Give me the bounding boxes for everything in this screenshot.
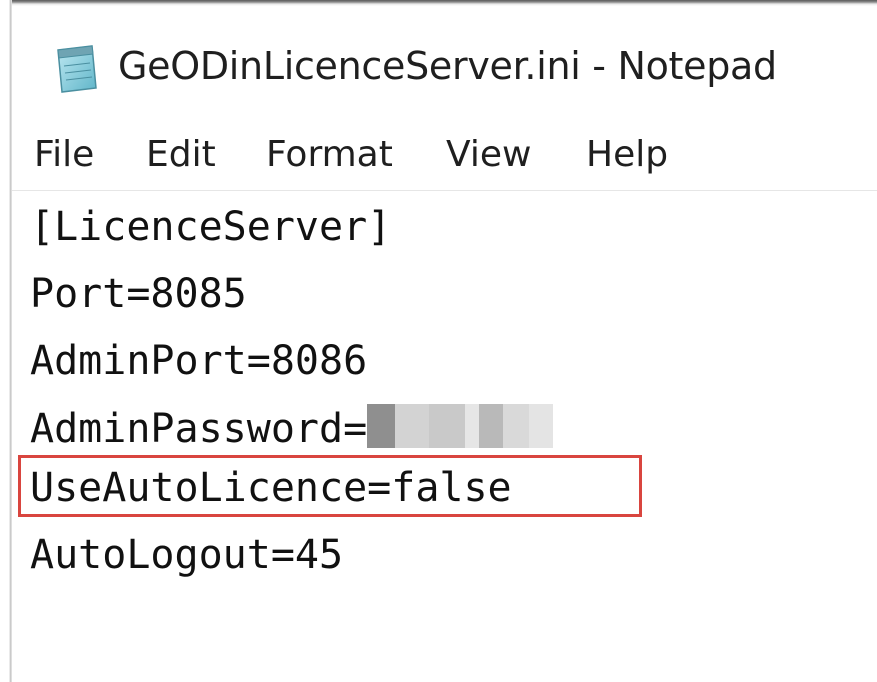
menu-bar: File Edit Format View Help bbox=[12, 118, 877, 190]
text-line: [LicenceServer] bbox=[30, 204, 392, 250]
window-frame-left[interactable] bbox=[0, 0, 12, 682]
window-title: GeODinLicenceServer.ini - Notepad bbox=[118, 44, 777, 88]
notepad-icon bbox=[57, 45, 97, 93]
redacted-password-value bbox=[367, 404, 554, 448]
menu-help[interactable]: Help bbox=[586, 134, 668, 175]
text-line: AdminPort=8086 bbox=[30, 338, 368, 384]
menu-format[interactable]: Format bbox=[266, 134, 393, 175]
menu-file[interactable]: File bbox=[34, 134, 94, 175]
highlight-annotation-box bbox=[18, 455, 642, 517]
menu-edit[interactable]: Edit bbox=[146, 134, 216, 175]
text-line: Port=8085 bbox=[30, 271, 247, 317]
menu-view[interactable]: View bbox=[446, 134, 531, 175]
text-line-password: AdminPassword= bbox=[30, 404, 554, 453]
text-line: AutoLogout=45 bbox=[30, 532, 344, 578]
admin-password-key: AdminPassword= bbox=[30, 406, 368, 452]
title-bar[interactable]: GeODinLicenceServer.ini - Notepad bbox=[12, 6, 877, 118]
notepad-window: GeODinLicenceServer.ini - Notepad File E… bbox=[0, 0, 877, 682]
text-editor-area[interactable]: [LicenceServer] Port=8085 AdminPort=8086… bbox=[12, 191, 877, 682]
